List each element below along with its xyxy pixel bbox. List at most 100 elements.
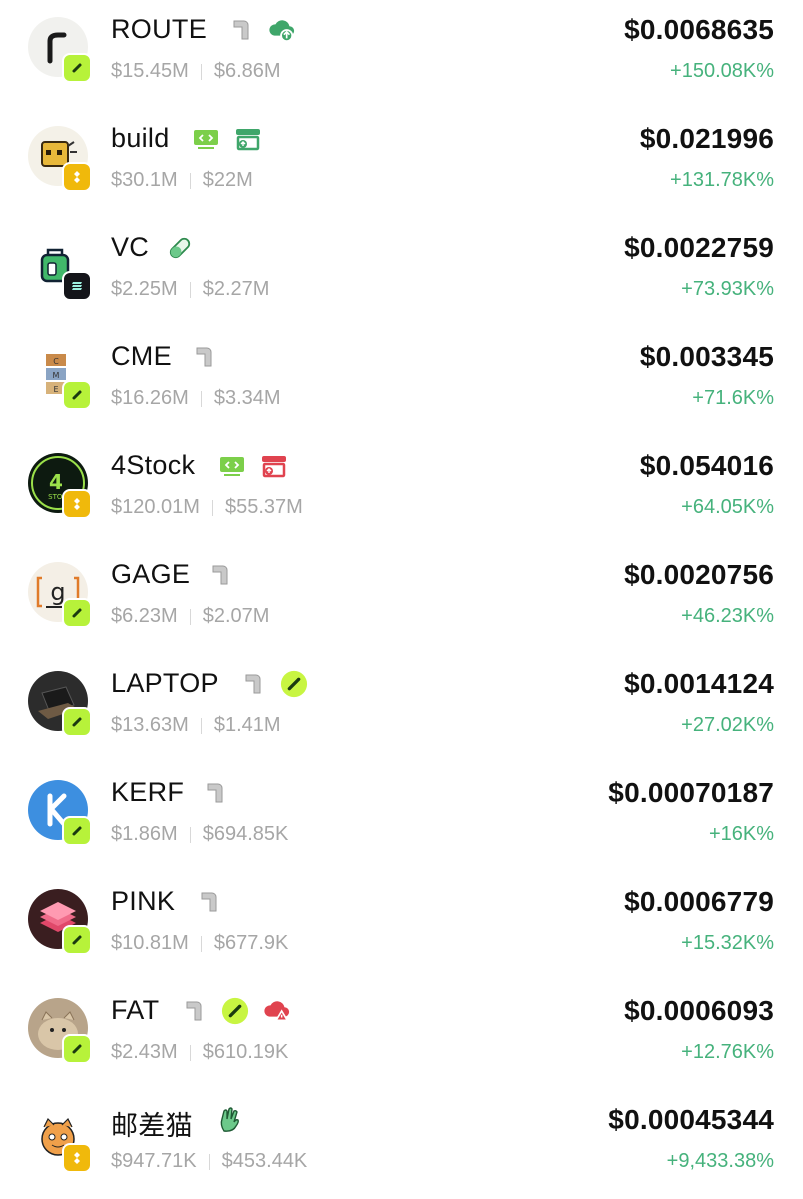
divider [200,63,202,80]
code-screen-icon [192,125,220,153]
code-screen-icon [218,452,246,480]
token-row[interactable]: FAT $2.43M $610.19K $0.0006093 +12.76K% [0,981,803,1090]
pill-icon [226,16,254,44]
token-name: PINK [111,886,176,916]
token-row[interactable]: LAPTOP $13.63M $1.41M $0.0014124 +27.02K… [0,654,803,763]
pump-icon [62,598,92,628]
liquidity: $2.27M [202,278,270,300]
liquidity: $2.07M [202,605,270,627]
divider [208,1153,210,1170]
pump-icon [62,380,92,410]
price-change: +131.78K% [670,169,774,191]
token-price: $0.0068635 [624,14,774,45]
token-row[interactable]: build $30.1M $22M $0.021996 +131.78K% [0,109,803,218]
token-stats: $947.71K $453.44K [111,1150,307,1173]
token-name: 邮差猫 [111,1111,193,1141]
token-row[interactable]: VC $2.25M $2.27M $0.0022759 +73.93K% [0,218,803,327]
cloud-warning-icon [263,997,291,1025]
token-avatar [28,126,92,192]
pill-icon [179,997,207,1025]
token-price: $0.0022759 [624,232,774,263]
market-cap: $947.71K [111,1150,197,1172]
market-cap: $16.26M [111,387,189,409]
token-row[interactable]: ROUTE $15.45M $6.86M $0.0068635 +150.08K… [0,0,803,109]
divider [189,281,191,298]
token-price: $0.0020756 [624,559,774,590]
price-change: +150.08K% [670,60,774,82]
token-stats: $120.01M $55.37M [111,496,303,519]
token-stats: $15.45M $6.86M [111,60,281,83]
token-price: $0.054016 [639,450,774,481]
token-stats: $1.86M $694.85K [111,823,288,846]
token-row[interactable]: CME CME $16.26M $3.34M $0.003345 +71.6K% [0,327,803,436]
market-cap: $6.23M [111,605,178,627]
svg-text:M: M [53,371,60,380]
pill-icon [200,779,228,807]
token-row[interactable]: 4 STOCK 4Stock $120.01M $55.37M $0.054016… [0,436,803,545]
token-price: $0.00070187 [608,777,774,808]
pill-icon [238,670,266,698]
divider [189,172,191,189]
pill-icon [205,561,233,589]
token-stats: $2.25M $2.27M [111,278,269,301]
store-icon [260,452,288,480]
market-cap: $15.45M [111,60,189,82]
price-change: +46.23K% [681,605,774,627]
divider [189,608,191,625]
liquidity: $677.9K [213,932,289,954]
token-name: ROUTE [111,14,207,44]
hand-icon [216,1106,244,1134]
token-name: 4Stock [111,450,196,480]
price-change: +15.32K% [681,932,774,954]
token-stats: $6.23M $2.07M [111,605,269,628]
bnb-icon [62,162,92,192]
token-row[interactable]: KERF $1.86M $694.85K $0.00070187 +16K% [0,763,803,872]
price-change: +73.93K% [681,278,774,300]
divider [200,717,202,734]
token-avatar [28,671,92,737]
divider [200,390,202,407]
bnb-icon [62,489,92,519]
token-stats: $10.81M $677.9K [111,932,288,955]
market-cap: $2.43M [111,1041,178,1063]
liquidity: $694.85K [202,823,289,845]
liquidity: $453.44K [221,1150,308,1172]
divider [189,1044,191,1061]
token-avatar [28,889,92,955]
cloud-upload-icon [268,16,296,44]
token-price: $0.00045344 [608,1104,774,1135]
store-icon [234,125,262,153]
market-cap: $13.63M [111,714,189,736]
pump-icon [221,997,249,1025]
token-stats: $16.26M $3.34M [111,387,281,410]
bnb-icon [62,1143,92,1173]
token-name: build [111,123,170,153]
token-stats: $30.1M $22M [111,169,253,192]
pump-icon [62,707,92,737]
divider [211,499,213,516]
token-row[interactable]: PINK $10.81M $677.9K $0.0006779 +15.32K% [0,872,803,981]
token-row[interactable]: 邮差猫 $947.71K $453.44K $0.00045344 +9,433… [0,1090,803,1199]
token-name: KERF [111,777,185,807]
token-price: $0.0006779 [624,886,774,917]
liquidity: $610.19K [202,1041,289,1063]
price-change: +9,433.38% [666,1150,774,1172]
token-price: $0.021996 [639,123,774,154]
liquidity: $55.37M [224,496,303,518]
pump-icon [62,1034,92,1064]
pill-icon [189,343,217,371]
token-name: CME [111,341,172,371]
price-change: +16K% [708,823,774,845]
pump-icon [62,816,92,846]
svg-text:4: 4 [49,470,63,494]
token-stats: $13.63M $1.41M [111,714,281,737]
pill-icon [194,888,222,916]
solana-icon [62,271,92,301]
token-avatar: CME [28,344,92,410]
token-row[interactable]: g GAGE $6.23M $2.07M $0.0020756 +46.23K% [0,545,803,654]
token-avatar [28,235,92,301]
market-cap: $120.01M [111,496,200,518]
token-price: $0.0006093 [624,995,774,1026]
liquidity: $22M [202,169,253,191]
token-avatar: g [28,562,92,628]
